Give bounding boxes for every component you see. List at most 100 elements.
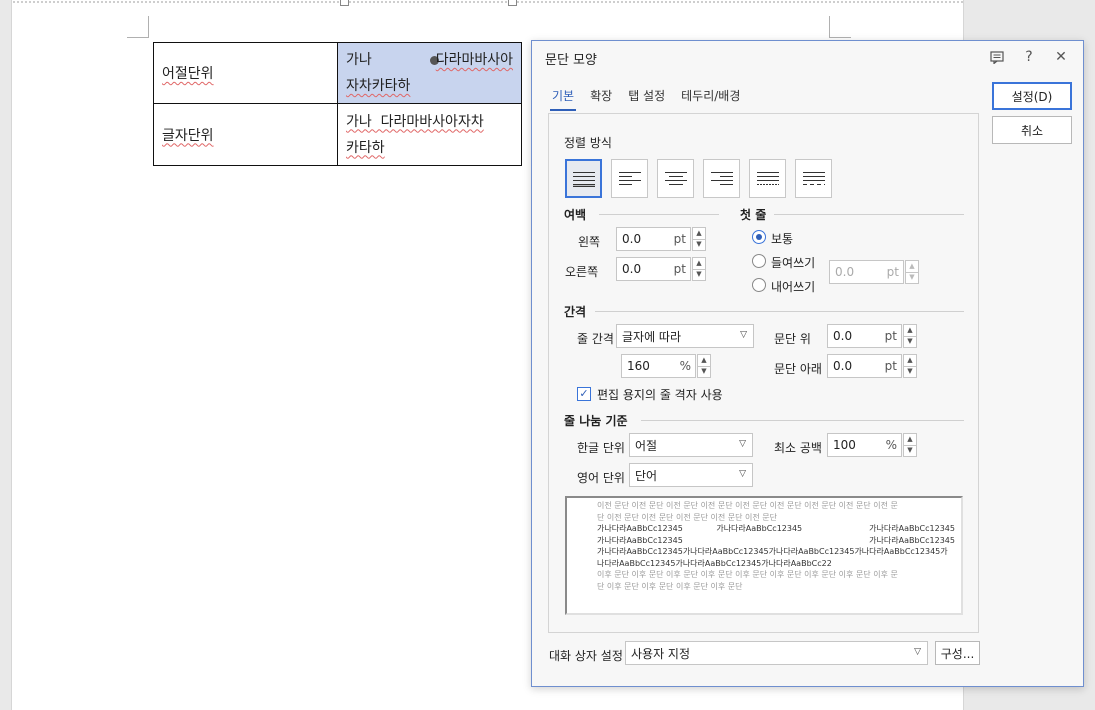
table-cell[interactable]: 글자단위 [153,103,338,166]
first-line-unit: pt [886,265,899,279]
chevron-up-icon[interactable]: ▲ [697,354,711,367]
chevron-up-icon[interactable]: ▲ [903,354,917,367]
chevron-up-icon[interactable]: ▲ [903,324,917,337]
config-button[interactable]: 구성... [935,641,980,665]
line-spacing-value-input[interactable]: 160 % [621,354,696,378]
min-space-stepper[interactable]: ▲ ▼ [903,433,917,457]
line-spacing-value: 160 [627,359,650,373]
space-above-input[interactable]: 0.0 pt [827,324,902,348]
chevron-up-icon[interactable]: ▲ [692,227,706,240]
chevron-down-icon[interactable]: ▼ [697,366,711,378]
space-below-value: 0.0 [833,359,853,373]
divider [774,214,964,215]
first-line-hanging-radio[interactable] [752,278,766,292]
tab-basic[interactable]: 기본 [546,81,580,111]
space-below-input[interactable]: 0.0 pt [827,354,902,378]
min-space-input[interactable]: 100 % [827,433,902,457]
close-icon[interactable]: ✕ [1047,47,1075,67]
margin-section-label: 여백 [564,208,587,222]
english-unit-select[interactable]: 단어 ▽ [629,463,753,487]
help-icon[interactable]: ? [1015,47,1043,67]
first-line-indent-radio[interactable] [752,254,766,268]
table-row: 글자단위 가나 다라마바사아자차 카타하 [153,103,522,166]
paragraph-shape-dialog: 문단 모양 ? ✕ 기본 확장 탭 설정 테두리/배경 정렬 방식 여백 왼쪽 … [531,40,1084,687]
divider [599,214,719,215]
ruler-indent-marker[interactable] [508,0,517,6]
table-cell-selected[interactable]: 가나 다라마바사아 자차카타하 [337,42,522,104]
line-spacing-type-value: 글자에 따라 [622,329,682,344]
cancel-button[interactable]: 취소 [992,116,1072,144]
preview-sample-text: 가나다라AaBbCc12345 [869,535,955,545]
comment-icon[interactable] [983,47,1011,67]
space-below-stepper[interactable]: ▲ ▼ [903,354,917,378]
table-cell[interactable]: 가나 다라마바사아자차 카타하 [337,103,522,166]
line-spacing-stepper[interactable]: ▲ ▼ [697,354,711,378]
first-line-stepper[interactable]: ▲ ▼ [905,260,919,284]
alignment-label: 정렬 방식 [564,136,612,150]
ok-button[interactable]: 설정(D) [992,82,1072,110]
hangul-unit-select[interactable]: 어절 ▽ [629,433,753,457]
min-space-unit: % [885,438,897,452]
left-margin-input[interactable]: 0.0 pt [616,227,691,251]
tab-extended[interactable]: 확장 [584,81,618,108]
document-table[interactable]: 어절단위 가나 다라마바사아 자차카타하 글자단위 가나 다라마바사아자차 카타… [153,42,522,166]
chevron-down-icon[interactable]: ▼ [903,336,917,348]
chevron-up-icon[interactable]: ▲ [692,257,706,270]
preview-previous-text: 단 이전 문단 이전 문단 이전 문단 이전 문단 이전 문단 [597,512,777,522]
chevron-down-icon[interactable]: ▼ [903,366,917,378]
left-margin-stepper[interactable]: ▲ ▼ [692,227,706,251]
hangul-unit-label: 한글 단위 [577,441,625,455]
space-below-unit: pt [884,359,897,373]
table-row: 어절단위 가나 다라마바사아 자차카타하 [153,42,522,104]
use-page-grid-label: 편집 용지의 줄 격자 사용 [597,388,723,402]
align-left-button[interactable] [611,159,648,198]
align-justify-button[interactable] [565,159,602,198]
tab-border-background[interactable]: 테두리/배경 [675,81,746,108]
ruler-indent-marker[interactable] [340,0,349,6]
chevron-up-icon[interactable]: ▲ [905,260,919,273]
dialog-title: 문단 모양 [545,53,597,68]
cell-text: 자차카타하 [346,78,411,94]
first-line-normal-radio[interactable] [752,230,766,244]
first-line-value: 0.0 [835,265,855,279]
english-unit-label: 영어 단위 [577,471,625,485]
chevron-down-icon[interactable]: ▼ [692,239,706,251]
cell-text: 어절단위 [162,66,214,82]
first-line-value-input[interactable]: 0.0 pt [829,260,904,284]
use-page-grid-checkbox[interactable]: ✓ [577,387,591,401]
dialog-setting-label: 대화 상자 설정 [549,649,623,663]
ruler [12,0,963,4]
dialog-setting-select[interactable]: 사용자 지정 ▽ [625,641,928,665]
first-line-normal-label: 보통 [771,232,794,246]
right-margin-stepper[interactable]: ▲ ▼ [692,257,706,281]
tab-tab-settings[interactable]: 탭 설정 [622,81,671,108]
table-cell[interactable]: 어절단위 [153,42,338,104]
space-below-label: 문단 아래 [774,362,822,376]
space-above-stepper[interactable]: ▲ ▼ [903,324,917,348]
dialog-setting-value: 사용자 지정 [631,646,691,661]
chevron-down-icon[interactable]: ▼ [905,272,919,284]
chevron-down-icon[interactable]: ▼ [903,445,917,457]
line-spacing-type-select[interactable]: 글자에 따라 ▽ [616,324,754,348]
divider [595,311,964,312]
line-spacing-label: 줄 간격 [577,332,614,346]
cell-text: 가나 [346,52,372,68]
cell-text: 다라마바사아 [435,52,513,68]
first-line-indent-label: 들여쓰기 [771,256,816,270]
chevron-down-icon: ▽ [914,647,921,657]
align-distribute-button[interactable] [749,159,786,198]
right-margin-unit: pt [673,262,686,276]
hangul-unit-value: 어절 [635,438,658,453]
chevron-down-icon[interactable]: ▼ [692,269,706,281]
space-above-label: 문단 위 [774,332,811,346]
min-space-value: 100 [833,438,856,452]
align-split-button[interactable] [795,159,832,198]
min-space-label: 최소 공백 [774,441,822,455]
preview-next-text: 단 이후 문단 이후 문단 이후 문단 이후 문단 [597,581,743,591]
align-right-button[interactable] [703,159,740,198]
chevron-up-icon[interactable]: ▲ [903,433,917,446]
right-margin-input[interactable]: 0.0 pt [616,257,691,281]
first-line-section-label: 첫 줄 [740,208,767,222]
preview-sample-text: 가나다라AaBbCc12345 [597,535,683,545]
align-center-button[interactable] [657,159,694,198]
